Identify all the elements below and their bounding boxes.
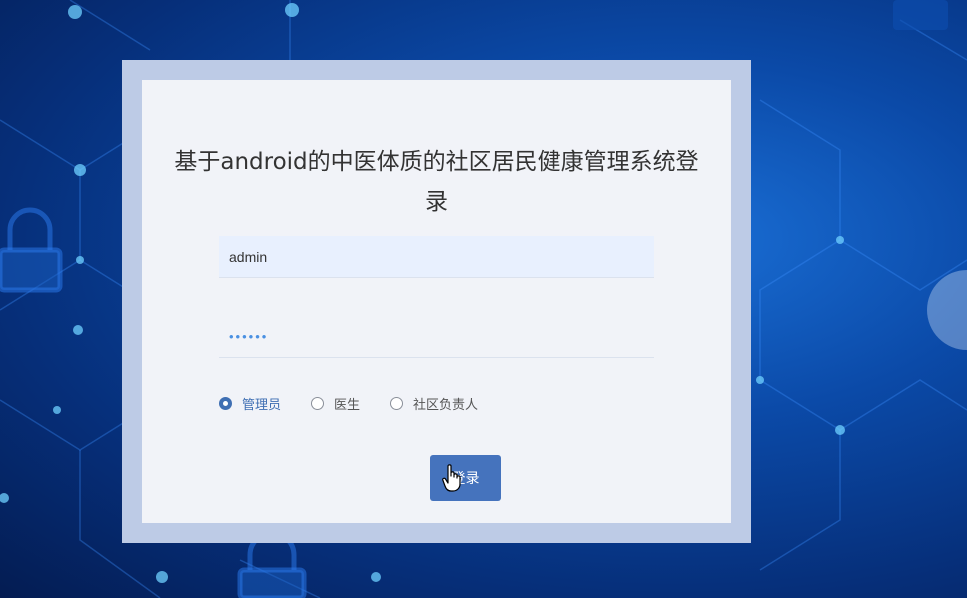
login-frame: 基于android的中医体质的社区居民健康管理系统登录 •••••• 管理员 医… [122, 60, 751, 543]
hand-pointer-icon [442, 464, 461, 492]
password-input[interactable]: •••••• [219, 316, 654, 358]
login-button[interactable]: 登录 [430, 455, 501, 501]
role-option-community-lead[interactable]: 社区负责人 [390, 394, 478, 413]
radio-unchecked-icon[interactable] [390, 396, 404, 410]
role-option-doctor[interactable]: 医生 [311, 394, 360, 413]
padlock-icon [0, 207, 63, 293]
login-title: 基于android的中医体质的社区居民健康管理系统登录 [174, 149, 699, 215]
role-radio-group: 管理员 医生 社区负责人 [219, 392, 508, 414]
role-label-doctor: 医生 [334, 397, 361, 413]
role-label-admin: 管理员 [242, 397, 282, 413]
role-option-admin[interactable]: 管理员 [219, 394, 281, 413]
username-input[interactable] [219, 236, 654, 278]
role-label-community-lead: 社区负责人 [413, 397, 479, 413]
radio-checked-icon[interactable] [219, 396, 232, 410]
radio-unchecked-icon[interactable] [311, 396, 325, 410]
login-panel: 基于android的中医体质的社区居民健康管理系统登录 •••••• 管理员 医… [142, 80, 731, 523]
